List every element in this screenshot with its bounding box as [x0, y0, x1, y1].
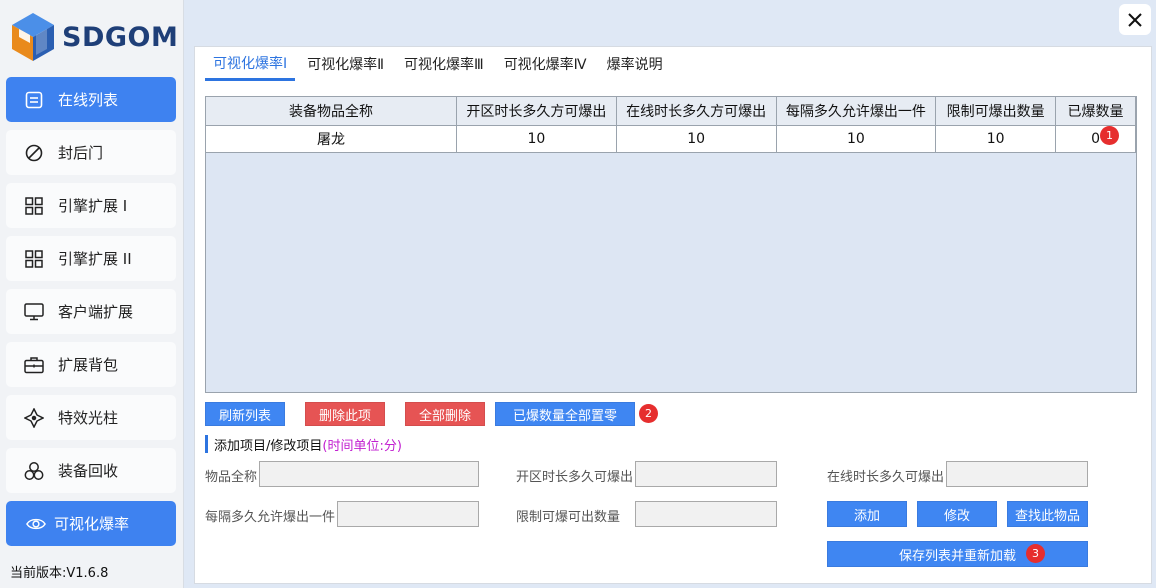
form-section-title: 添加项目/修改项目 (时间单位:分)	[205, 435, 402, 454]
annotation-badge-1: 1	[1100, 126, 1119, 145]
delete-all-button[interactable]: 全部删除	[405, 402, 485, 426]
grid-icon	[24, 249, 44, 269]
online-time-label: 在线时长多久可爆出	[827, 470, 945, 485]
table-cell[interactable]: 10	[456, 125, 617, 153]
sidebar-item-label: 特效光柱	[58, 409, 119, 427]
close-icon	[1128, 12, 1142, 27]
table-cell[interactable]: 10	[935, 125, 1057, 153]
sidebar-item-visual-drop-rate[interactable]: 可视化爆率	[6, 501, 176, 546]
item-name-input[interactable]	[259, 461, 479, 487]
table-cell[interactable]: 0	[1055, 125, 1136, 153]
column-header-interval[interactable]: 每隔多久允许爆出一件	[776, 97, 937, 126]
limit-input[interactable]	[635, 501, 777, 527]
tab-bar: 可视化爆率Ⅰ 可视化爆率Ⅱ 可视化爆率Ⅲ 可视化爆率Ⅳ 爆率说明	[205, 47, 675, 81]
monitor-icon	[24, 302, 44, 322]
sidebar: SDGOM 在线列表 封后门 引擎扩展 I 引擎扩展 II 客户端扩展 扩展背包…	[0, 0, 184, 588]
column-header-online-time[interactable]: 在线时长多久方可爆出	[616, 97, 777, 126]
sidebar-item-engine-ext-1[interactable]: 引擎扩展 I	[6, 183, 176, 228]
tab-visual-drop-rate-3[interactable]: 可视化爆率Ⅲ	[396, 47, 492, 81]
tab-visual-drop-rate-2[interactable]: 可视化爆率Ⅱ	[299, 47, 392, 81]
interval-label: 每隔多久允许爆出一件	[205, 510, 336, 525]
table-row[interactable]: 屠龙 10 10 10 10 0	[206, 125, 1136, 153]
sidebar-item-light-pillar[interactable]: 特效光柱	[6, 395, 176, 440]
briefcase-icon	[24, 355, 44, 375]
logo-text: SDGOM	[62, 21, 179, 53]
close-button[interactable]	[1119, 4, 1151, 35]
interval-input[interactable]	[337, 501, 479, 527]
app-logo: SDGOM	[10, 10, 180, 64]
time-unit-hint: (时间单位:分)	[322, 438, 402, 454]
table-cell[interactable]: 10	[616, 125, 777, 153]
limit-label: 限制可爆可出数量	[516, 510, 621, 525]
online-time-input[interactable]	[946, 461, 1088, 487]
find-item-button[interactable]: 查找此物品	[1007, 501, 1088, 527]
recycle-icon	[24, 461, 44, 481]
tab-visual-drop-rate-4[interactable]: 可视化爆率Ⅳ	[496, 47, 595, 81]
open-time-input[interactable]	[635, 461, 777, 487]
sidebar-item-label: 引擎扩展 I	[58, 197, 128, 215]
refresh-list-button[interactable]: 刷新列表	[205, 402, 285, 426]
sidebar-item-label: 封后门	[58, 144, 104, 162]
open-time-label: 开区时长多久可爆出	[516, 470, 634, 485]
modify-button[interactable]: 修改	[917, 501, 997, 527]
sidebar-item-label: 可视化爆率	[54, 515, 130, 533]
main-panel: 可视化爆率Ⅰ 可视化爆率Ⅱ 可视化爆率Ⅲ 可视化爆率Ⅳ 爆率说明 装备物品全称 …	[194, 46, 1152, 584]
annotation-badge-3: 3	[1026, 544, 1045, 563]
sidebar-item-label: 扩展背包	[58, 356, 119, 374]
sidebar-item-engine-ext-2[interactable]: 引擎扩展 II	[6, 236, 176, 281]
column-header-limit[interactable]: 限制可爆出数量	[935, 97, 1057, 126]
item-name-label: 物品全称	[205, 470, 258, 485]
block-icon	[24, 143, 44, 163]
table-cell[interactable]: 屠龙	[206, 125, 458, 153]
sidebar-item-online-list[interactable]: 在线列表	[6, 77, 176, 122]
table-header-row: 装备物品全称 开区时长多久方可爆出 在线时长多久方可爆出 每隔多久允许爆出一件 …	[206, 97, 1136, 126]
sidebar-item-label: 引擎扩展 II	[58, 250, 132, 268]
sidebar-item-recycle[interactable]: 装备回收	[6, 448, 176, 493]
save-and-reload-button[interactable]: 保存列表并重新加载	[827, 541, 1088, 567]
column-header-item-name[interactable]: 装备物品全称	[206, 97, 458, 126]
sidebar-item-label: 在线列表	[58, 91, 119, 109]
drop-rate-table[interactable]: 装备物品全称 开区时长多久方可爆出 在线时长多久方可爆出 每隔多久允许爆出一件 …	[205, 96, 1137, 393]
sidebar-item-label: 客户端扩展	[58, 303, 134, 321]
tab-drop-rate-help[interactable]: 爆率说明	[599, 47, 671, 81]
reset-dropped-count-button[interactable]: 已爆数量全部置零	[495, 402, 635, 426]
table-cell[interactable]: 10	[776, 125, 937, 153]
grid-icon	[24, 196, 44, 216]
form-title: 添加项目/修改项目	[214, 438, 323, 454]
delete-item-button[interactable]: 删除此项	[305, 402, 385, 426]
tab-visual-drop-rate-1[interactable]: 可视化爆率Ⅰ	[205, 47, 296, 81]
logo-cube-icon	[12, 13, 54, 61]
sidebar-item-label: 装备回收	[58, 462, 119, 480]
add-button[interactable]: 添加	[827, 501, 907, 527]
column-header-dropped-count[interactable]: 已爆数量	[1055, 97, 1136, 126]
version-label: 当前版本:V1.6.8	[10, 566, 109, 581]
sidebar-item-block-backdoor[interactable]: 封后门	[6, 130, 176, 175]
column-header-open-time[interactable]: 开区时长多久方可爆出	[456, 97, 617, 126]
annotation-badge-2: 2	[639, 404, 658, 423]
eye-icon	[26, 514, 46, 534]
sidebar-item-client-ext[interactable]: 客户端扩展	[6, 289, 176, 334]
sidebar-item-ext-bag[interactable]: 扩展背包	[6, 342, 176, 387]
sparkle-icon	[24, 407, 44, 428]
list-icon	[24, 90, 44, 110]
